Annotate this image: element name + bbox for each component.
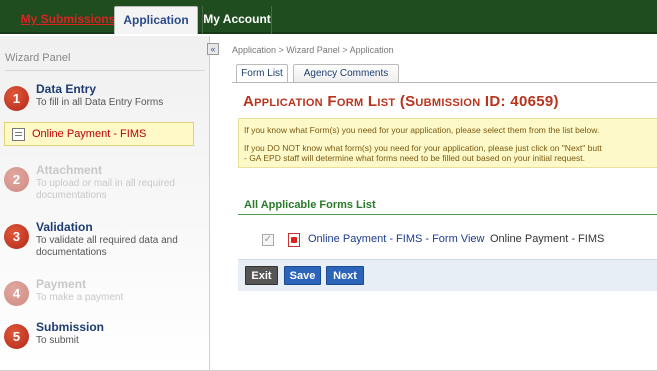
form-view-link[interactable]: Online Payment - FIMS - Form View	[308, 233, 484, 245]
tab-my-submissions[interactable]: My Submissions	[20, 6, 116, 34]
collapse-panel-icon[interactable]: «	[207, 43, 219, 55]
top-navigation: My Submissions Application My Account	[0, 0, 657, 34]
step-description: To make a payment	[36, 292, 124, 303]
button-bar: Exit Save Next	[238, 259, 657, 291]
form-edit-icon	[12, 128, 25, 141]
info-message: If you know what Form(s) you need for yo…	[238, 118, 657, 168]
form-name: Online Payment - FIMS	[490, 233, 605, 245]
step-title: Payment	[36, 277, 87, 291]
exit-button[interactable]: Exit	[245, 266, 278, 285]
wizard-sidebar: Wizard Panel 1 Data Entry To fill in all…	[0, 36, 210, 371]
step-number-icon: 5	[4, 324, 29, 349]
tab-application[interactable]: Application	[114, 6, 198, 34]
step-description: To fill in all Data Entry Forms	[36, 97, 164, 108]
sidebar-divider	[5, 70, 205, 71]
info-text: If you know what Form(s) you need for yo…	[244, 125, 600, 135]
sidebar-title: Wizard Panel	[5, 52, 71, 64]
section-title: All Applicable Forms List	[244, 199, 376, 211]
info-text: If you DO NOT know what form(s) you need…	[244, 143, 602, 153]
tab-agency-comments[interactable]: Agency Comments	[293, 64, 399, 83]
tab-form-list[interactable]: Form List	[236, 64, 288, 83]
pdf-icon	[288, 233, 300, 247]
form-checkbox[interactable]: ✓	[262, 234, 274, 246]
tab-my-account[interactable]: My Account	[202, 6, 272, 34]
sidebar-item-label: Online Payment - FIMS	[32, 128, 147, 140]
step-number-icon: 3	[4, 224, 29, 249]
breadcrumb: Application > Wizard Panel > Application	[232, 45, 394, 55]
step-description: To upload or mail in all required docume…	[36, 178, 175, 201]
sidebar-item-online-payment[interactable]: Online Payment - FIMS	[4, 122, 194, 146]
step-title[interactable]: Data Entry	[36, 82, 96, 96]
page-title: Application Form List (Submission ID: 40…	[243, 93, 559, 110]
section-divider	[238, 214, 657, 215]
save-button[interactable]: Save	[284, 266, 321, 285]
step-number-icon: 2	[4, 167, 29, 192]
step-description: To validate all required data and docume…	[36, 235, 178, 258]
info-text: - GA EPD staff will determine what forms…	[244, 153, 585, 163]
step-title[interactable]: Validation	[36, 220, 93, 234]
step-title[interactable]: Submission	[36, 320, 104, 334]
step-number-icon: 4	[4, 281, 29, 306]
step-number-icon: 1	[4, 86, 29, 111]
step-title: Attachment	[36, 163, 103, 177]
step-description: To submit	[36, 335, 79, 346]
main-content: Application Form List (Submission ID: 40…	[232, 82, 657, 294]
next-button[interactable]: Next	[326, 266, 364, 285]
